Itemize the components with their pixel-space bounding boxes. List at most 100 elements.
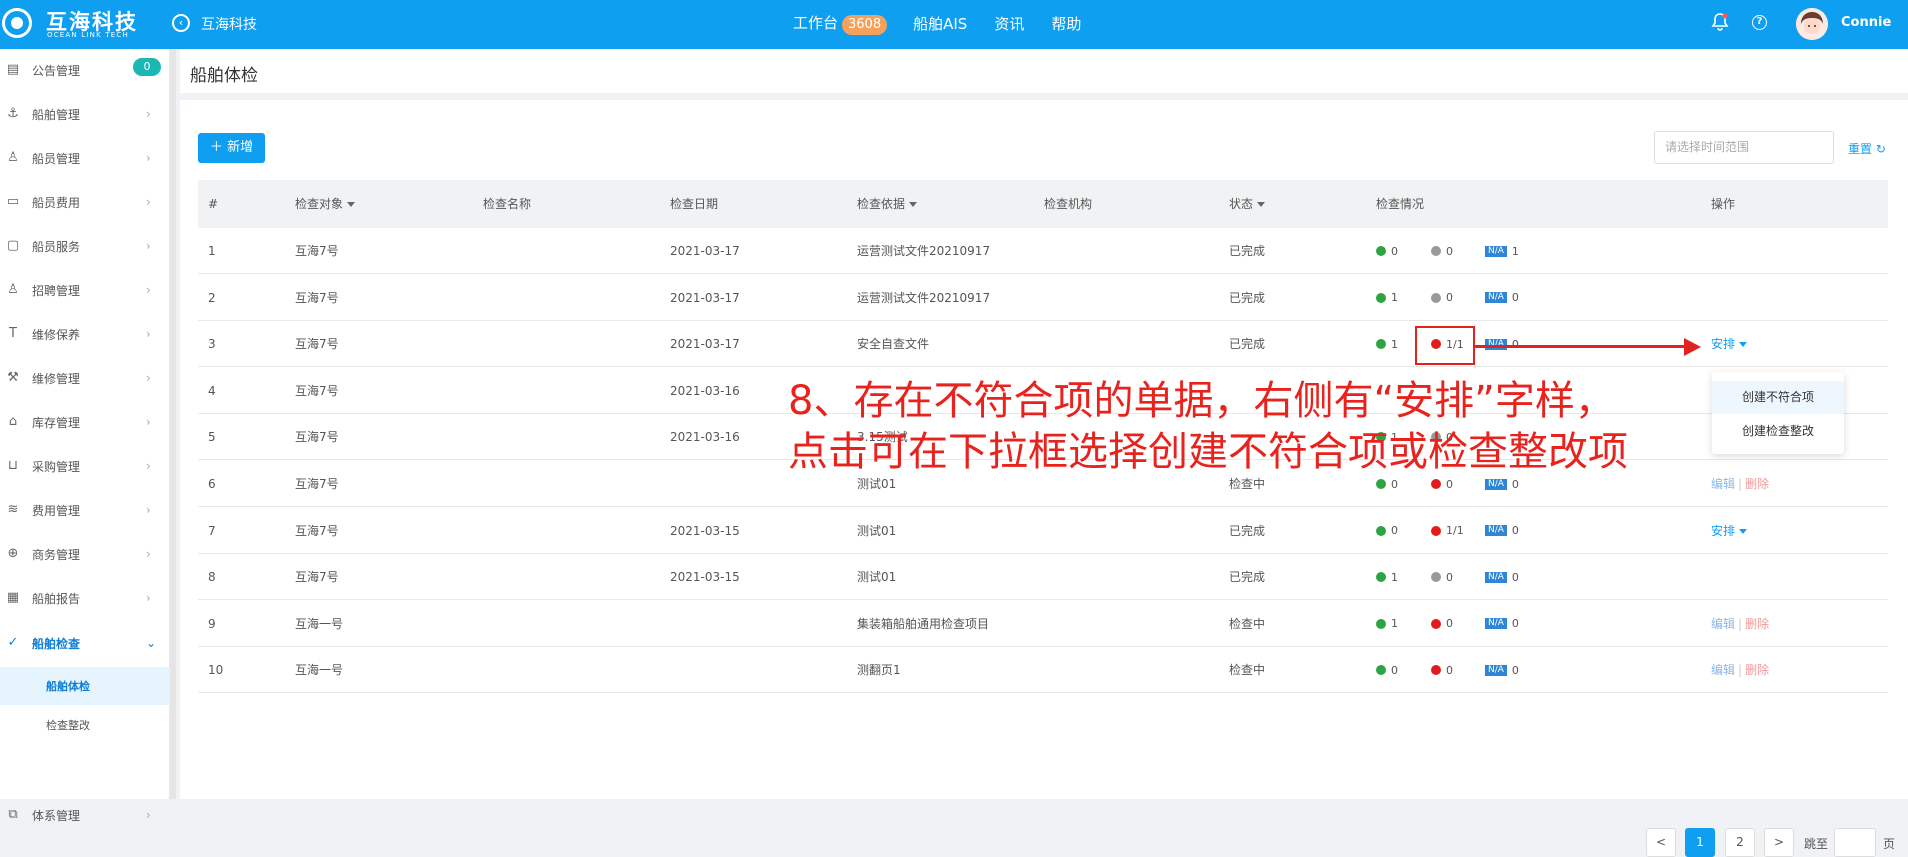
sidebar-item-ship-reports[interactable]: ▦ 船舶报告 › xyxy=(0,578,170,618)
cell-basis: 测试01 xyxy=(857,523,897,538)
na-tag: N/A xyxy=(1485,571,1507,583)
sidebar-item-maintenance[interactable]: T 维修保养 › xyxy=(0,314,170,354)
user-name[interactable]: Connie xyxy=(1841,15,1891,30)
sidebar-item-announcements[interactable]: ▤ 公告管理 0 xyxy=(0,50,170,90)
column-header-actions: 操作 xyxy=(1711,197,1736,211)
cell-date: 2021-03-15 xyxy=(670,523,740,538)
arrange-dropdown-menu: 创建不符合项 创建检查整改 xyxy=(1712,372,1844,454)
nav-news[interactable]: 资讯 xyxy=(994,13,1024,34)
create-rectification-option[interactable]: 创建检查整改 xyxy=(1712,415,1844,448)
sidebar-item-crew-management[interactable]: ♙ 船员管理 › xyxy=(0,138,170,178)
date-range-input[interactable]: 请选择时间范围 xyxy=(1654,131,1834,164)
page-title: 船舶体检 xyxy=(190,66,258,86)
check-icon xyxy=(1376,479,1386,489)
sidebar-item-crew-expenses[interactable]: ▭ 船员费用 › xyxy=(0,182,170,222)
nav-workbench[interactable]: 工作台 3608 xyxy=(793,12,913,35)
next-page-button[interactable]: > xyxy=(1764,828,1794,857)
avatar[interactable] xyxy=(1796,8,1828,40)
check-icon xyxy=(1376,618,1386,629)
sidebar-subitem-label: 检查整改 xyxy=(46,719,90,732)
page-2-button[interactable]: 2 xyxy=(1725,828,1755,857)
action-divider: | xyxy=(1738,616,1743,631)
sidebar-item-label: 费用管理 xyxy=(32,503,81,518)
bell-icon[interactable] xyxy=(1710,12,1730,32)
na-count: N/A 1 xyxy=(1485,244,1519,258)
na-count-value: 1 xyxy=(1511,244,1519,258)
sidebar-item-repair-management[interactable]: ⚒ 维修管理 › xyxy=(0,358,170,398)
sidebar-item-ship-inspection[interactable]: ✓ 船舶检查 ⌄ xyxy=(0,623,170,663)
create-nonconformity-option[interactable]: 创建不符合项 xyxy=(1712,381,1844,414)
nav-ship-ais[interactable]: 船舶AIS xyxy=(913,13,967,34)
arrange-button[interactable]: 安排 xyxy=(1711,524,1748,538)
warehouse-icon: ⌂ xyxy=(8,414,18,429)
copy-icon: ⧉ xyxy=(8,807,18,822)
column-header-basis[interactable]: 检查依据 xyxy=(857,180,918,228)
sidebar-item-label: 船舶报告 xyxy=(32,591,81,606)
sidebar-scrollbar[interactable] xyxy=(170,49,176,799)
alert-icon xyxy=(1431,525,1441,536)
column-header-target[interactable]: 检查对象 xyxy=(295,180,356,228)
delete-button[interactable]: 删除 xyxy=(1745,663,1769,677)
cell-target: 互海7号 xyxy=(295,383,339,398)
annotation-highlight-box xyxy=(1415,326,1475,365)
pass-count: 0 xyxy=(1376,663,1398,677)
cell-date: 2021-03-17 xyxy=(670,244,740,258)
sidebar-item-business[interactable]: ⊕ 商务管理 › xyxy=(0,534,170,574)
brand-logo[interactable]: 互海科技 OCEAN LINK TECH xyxy=(2,6,152,42)
cell-basis: 测翻页1 xyxy=(857,663,901,678)
issue-count: 0 xyxy=(1431,617,1453,631)
nav-help[interactable]: 帮助 xyxy=(1051,13,1081,34)
cell-target: 互海7号 xyxy=(295,570,339,585)
add-button-label: 新增 xyxy=(227,140,254,155)
sidebar-subitem-ship-checkup[interactable]: 船舶体检 xyxy=(0,667,170,705)
help-icon[interactable]: ? xyxy=(1752,15,1767,30)
column-header-result: 检查情况 xyxy=(1376,197,1425,211)
caret-down-icon xyxy=(1739,528,1748,534)
sidebar-item-system-management[interactable]: ⧉ 体系管理 › xyxy=(0,795,170,835)
cell-status: 已完成 xyxy=(1229,244,1266,258)
issue-count-value: 0 xyxy=(1446,244,1453,258)
sidebar-item-label: 船舶管理 xyxy=(32,107,81,122)
workbench-count-badge: 3608 xyxy=(842,15,888,35)
add-button[interactable]: ＋ 新增 xyxy=(198,133,265,163)
sidebar-item-crew-services[interactable]: ▢ 船员服务 › xyxy=(0,226,170,266)
cell-date: 2021-03-16 xyxy=(670,383,740,398)
cell-date: 2021-03-17 xyxy=(670,290,740,305)
hammer-icon: T xyxy=(9,326,17,341)
cell-actions: 编辑 | 删除 xyxy=(1711,461,1769,507)
jump-label: 跳至 xyxy=(1804,837,1829,851)
sidebar-subitem-inspection-rectification[interactable]: 检查整改 xyxy=(0,706,170,744)
edit-button[interactable]: 编辑 xyxy=(1711,477,1735,491)
sidebar-item-procurement[interactable]: ⊔ 采购管理 › xyxy=(0,446,170,486)
issue-count-value: 0 xyxy=(1446,570,1453,584)
cell-status: 已完成 xyxy=(1229,290,1266,305)
action-divider: | xyxy=(1738,477,1743,491)
alert-icon xyxy=(1431,292,1441,303)
reset-button[interactable]: 重置 ↻ xyxy=(1848,140,1886,157)
sidebar-item-inventory[interactable]: ⌂ 库存管理 › xyxy=(0,402,170,442)
sidebar-item-expense-management[interactable]: ≋ 费用管理 › xyxy=(0,490,170,530)
column-header-status[interactable]: 状态 xyxy=(1229,180,1266,228)
na-tag: N/A xyxy=(1485,478,1507,490)
na-count: N/A 0 xyxy=(1485,524,1519,538)
cell-status: 已完成 xyxy=(1229,337,1266,352)
arrange-button[interactable]: 安排 xyxy=(1711,337,1748,352)
edit-button[interactable]: 编辑 xyxy=(1711,617,1735,631)
sidebar-item-recruitment[interactable]: ♙ 招聘管理 › xyxy=(0,270,170,310)
jump-page-input[interactable] xyxy=(1834,828,1876,857)
back-icon[interactable]: ‹ xyxy=(172,14,190,32)
pass-count-value: 0 xyxy=(1391,663,1398,677)
sidebar-item-ship-management[interactable]: ⚓ 船舶管理 › xyxy=(0,94,170,134)
na-count: N/A 0 xyxy=(1485,663,1519,677)
arrange-label: 安排 xyxy=(1711,337,1736,352)
prev-page-button[interactable]: < xyxy=(1646,828,1676,857)
cell-actions: 安排 xyxy=(1711,508,1748,554)
cell-basis: 测试01 xyxy=(857,570,897,585)
table-row: 1 互海7号 2021-03-17 运营测试文件20210917 已完成 0 0 N/A 1 xyxy=(198,228,1888,274)
delete-button[interactable]: 删除 xyxy=(1745,617,1769,631)
edit-button[interactable]: 编辑 xyxy=(1711,663,1735,677)
delete-button[interactable]: 删除 xyxy=(1745,477,1769,491)
page-1-button[interactable]: 1 xyxy=(1685,828,1715,857)
annotation-line-1: 8、存在不符合项的单据，右侧有“安排”字样， xyxy=(788,378,1615,424)
avatar-face-icon xyxy=(1796,8,1828,40)
